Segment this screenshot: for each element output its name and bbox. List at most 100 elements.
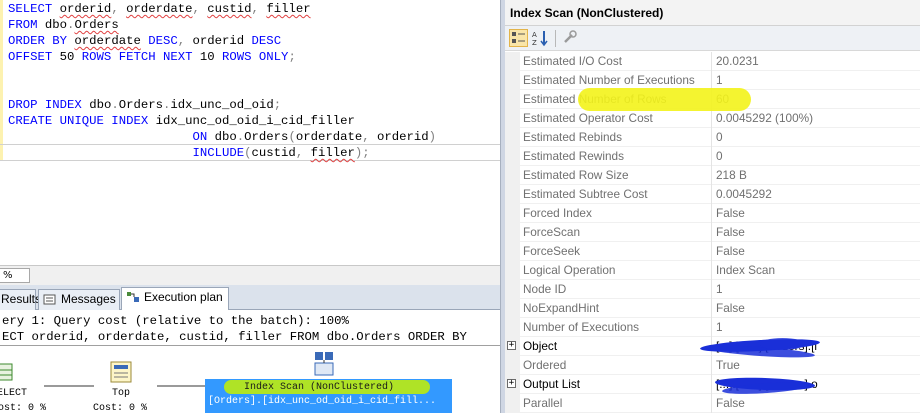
sort-alphabetical-icon: A Z — [532, 31, 548, 47]
execution-plan-icon — [127, 292, 139, 302]
expand-icon[interactable]: + — [507, 379, 516, 388]
code-token: ) — [428, 130, 437, 144]
select-node-icon[interactable] — [0, 362, 14, 382]
property-row[interactable]: Estimated I/O Cost 20.0231 — [505, 52, 920, 71]
code-token: idx_unc_od_oid — [170, 98, 274, 112]
property-row[interactable]: Node ID 1 — [505, 280, 920, 299]
index-scan-icon[interactable] — [313, 350, 337, 378]
code-token: CREATE UNIQUE INDEX — [8, 114, 156, 128]
code-token: , — [111, 2, 127, 16]
property-value: 0 — [716, 130, 723, 144]
property-gutter — [505, 166, 520, 185]
property-row[interactable]: Estimated Row Size 218 B — [505, 166, 920, 185]
code-token: Orders — [118, 98, 163, 112]
tab-results-label: Results — [1, 292, 42, 306]
properties-title: Index Scan (NonClustered) — [505, 0, 920, 26]
code-token: FROM — [8, 18, 45, 32]
code-line: DROP INDEX dbo.Orders.idx_unc_od_oid; — [8, 97, 281, 113]
code-token: dbo — [44, 18, 68, 32]
change-tracking-bar — [0, 0, 3, 160]
top-node-cost: Cost: 0 % — [93, 403, 148, 413]
code-token: DESC — [140, 34, 178, 48]
zoom-dropdown[interactable]: % — [0, 268, 30, 283]
tab-execution-plan[interactable]: Execution plan — [121, 287, 229, 311]
property-row[interactable]: ForceSeek False — [505, 242, 920, 261]
property-pages-button[interactable] — [561, 29, 580, 47]
code-line: OFFSET 50 ROWS FETCH NEXT 10 ROWS ONLY; — [8, 49, 296, 65]
property-gutter — [505, 394, 520, 413]
property-value: True — [716, 358, 740, 372]
code-line: CREATE UNIQUE INDEX idx_unc_od_oid_i_cid… — [8, 113, 355, 129]
property-row[interactable]: Number of Executions 1 — [505, 318, 920, 337]
property-gutter — [505, 90, 520, 109]
property-gutter — [505, 204, 520, 223]
categorized-button[interactable] — [509, 29, 528, 47]
property-row[interactable]: Ordered True — [505, 356, 920, 375]
property-row[interactable]: Estimated Rebinds 0 — [505, 128, 920, 147]
code-line: SELECT orderid, orderdate, custid, fille… — [8, 1, 311, 17]
alphabetical-button[interactable]: A Z — [531, 29, 550, 47]
code-token: filler — [266, 2, 311, 16]
property-name: NoExpandHint — [520, 299, 712, 318]
property-name: Estimated Rewinds — [520, 147, 712, 166]
property-value: False — [716, 206, 745, 220]
code-token: 10 — [199, 50, 223, 64]
code-token: filler — [310, 146, 355, 160]
tab-messages[interactable]: Messages — [38, 289, 120, 310]
code-token: SELECT — [8, 2, 60, 16]
property-row[interactable]: Estimated Operator Cost 0.0045292 (100%) — [505, 109, 920, 128]
plan-divider — [0, 345, 500, 346]
code-token: , — [192, 2, 208, 16]
property-value: 0.0045292 (100%) — [716, 111, 814, 125]
property-name: Output List — [520, 375, 712, 394]
toolbar-divider — [555, 30, 556, 47]
property-row[interactable]: Estimated Rewinds 0 — [505, 147, 920, 166]
code-token: ( — [288, 130, 296, 144]
property-gutter: + — [505, 375, 520, 394]
svg-text:Z: Z — [532, 39, 537, 47]
property-value: False — [716, 225, 745, 239]
property-row[interactable]: Forced Index False — [505, 204, 920, 223]
code-token: ; — [273, 98, 282, 112]
code-line: ORDER BY orderdate DESC, orderid DESC — [8, 33, 281, 49]
property-gutter — [505, 71, 520, 90]
code-token: DESC — [244, 34, 282, 48]
property-gutter — [505, 261, 520, 280]
property-value: 0.0045292 — [716, 187, 772, 201]
property-row[interactable]: Logical Operation Index Scan — [505, 261, 920, 280]
sql-editor[interactable]: SELECT orderid, orderdate, custid, fille… — [0, 0, 500, 265]
code-token: , — [362, 130, 378, 144]
code-token: orderid — [377, 130, 429, 144]
property-row[interactable]: +Output List[...].[dbo].[Orders].o — [505, 375, 920, 394]
code-token: , — [251, 2, 267, 16]
code-token: orderid — [192, 34, 245, 48]
property-name: Estimated Subtree Cost — [520, 185, 712, 204]
property-gutter — [505, 128, 520, 147]
execution-plan-pane[interactable]: ery 1: Query cost (relative to the batch… — [0, 310, 500, 413]
property-row[interactable]: Estimated Subtree Cost 0.0045292 — [505, 185, 920, 204]
code-token: Orders — [74, 18, 119, 32]
property-name: Number of Executions — [520, 318, 712, 337]
property-row[interactable]: Parallel False — [505, 394, 920, 413]
result-tabs: Results Messages Execution plan — [0, 285, 500, 311]
code-token: ORDER BY — [8, 34, 75, 48]
top-node-icon[interactable] — [110, 361, 132, 383]
property-value: 1 — [716, 320, 723, 334]
property-value: 1 — [716, 73, 723, 87]
property-row[interactable]: ForceScan False — [505, 223, 920, 242]
top-node-label: Top — [112, 388, 131, 399]
property-gutter — [505, 318, 520, 337]
tab-messages-label: Messages — [61, 292, 116, 306]
property-value: 1 — [716, 282, 723, 296]
code-line: ON dbo.Orders(orderdate, orderid) — [8, 129, 436, 145]
code-token: ROWS ONLY — [222, 50, 289, 64]
property-gutter — [505, 52, 520, 71]
code-token: ROWS FETCH NEXT — [81, 50, 200, 64]
expand-icon[interactable]: + — [507, 341, 516, 350]
code-token: Orders — [244, 130, 289, 144]
query-cost-header: ery 1: Query cost (relative to the batch… — [2, 314, 349, 328]
code-token: orderdate — [295, 130, 363, 144]
tab-results[interactable]: Results — [0, 289, 41, 310]
property-row[interactable]: NoExpandHint False — [505, 299, 920, 318]
